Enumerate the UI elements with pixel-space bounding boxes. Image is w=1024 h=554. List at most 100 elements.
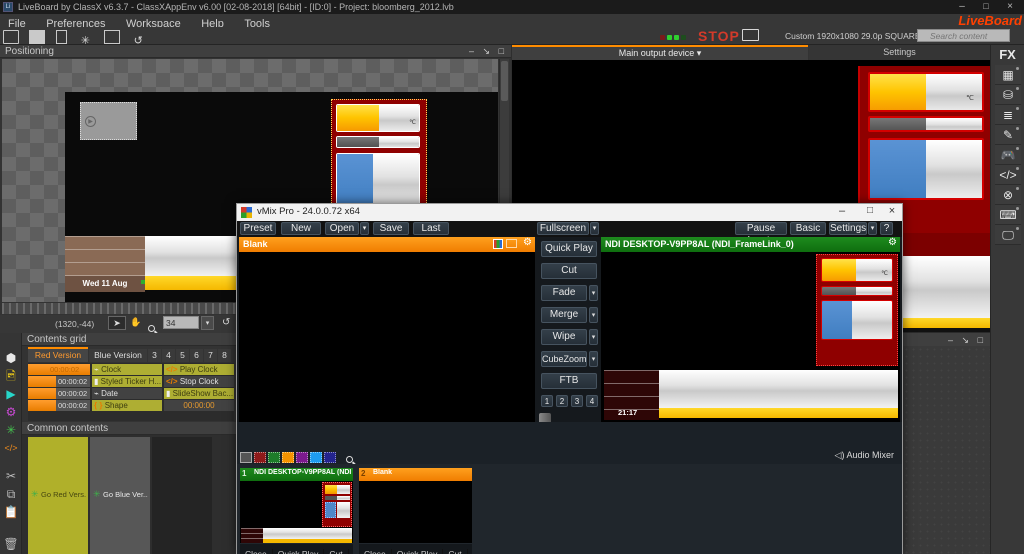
tab-6[interactable]: 6 [190, 349, 203, 362]
swatch-blue[interactable] [310, 452, 322, 463]
tab-red-version[interactable]: Red Version [28, 347, 88, 362]
transition-cubezoom-button[interactable]: CubeZoom [541, 351, 587, 367]
vmix-program-bar[interactable]: NDI DESKTOP-V9PP8AL (NDI_FrameLink_0) ⚙ [601, 237, 900, 252]
paste-icon[interactable]: 📋 [0, 503, 22, 521]
tab-settings[interactable]: Settings [809, 45, 990, 60]
grid-cell-play-clock[interactable]: </> Play Clock [164, 364, 234, 375]
tab-8[interactable]: 8 [218, 349, 231, 362]
transition-merge-dropdown[interactable]: ▾ [589, 307, 598, 323]
rotate-left-icon[interactable]: ↺ [222, 317, 230, 328]
swatch-red[interactable] [254, 452, 266, 463]
vmix-preview-screen[interactable] [239, 252, 535, 422]
monitor-share-icon[interactable]: 🖵 [995, 225, 1021, 245]
input-1-cut-button[interactable]: Cut [324, 549, 348, 554]
tab-blue-version[interactable]: Blue Version [89, 349, 147, 362]
right-panel-controls[interactable]: – ↘ □ [948, 335, 986, 346]
tab-main-output-device[interactable]: Main output device ▾ [512, 45, 808, 60]
vmix-preview-bar[interactable]: Blank ⚙ [239, 237, 535, 252]
preview-monitor-icon[interactable] [506, 239, 517, 248]
vmix-basic-button[interactable]: Basic [790, 222, 826, 235]
input-1[interactable]: 1 NDI DESKTOP-V9PP8AL (NDI_Fram CloseQui… [240, 468, 353, 554]
transition-wipe-button[interactable]: Wipe [541, 329, 587, 345]
vmix-last-button[interactable]: Last [413, 222, 449, 235]
code-icon[interactable]: </> [995, 165, 1021, 185]
video-placeholder[interactable]: ▶ [80, 102, 137, 140]
vmix-fullscreen-dropdown[interactable]: ▾ [590, 222, 599, 235]
open-project-icon[interactable] [3, 30, 19, 44]
transition-wipe-dropdown[interactable]: ▾ [589, 329, 598, 345]
tab-5[interactable]: 5 [176, 349, 189, 362]
input-2-close-button[interactable]: Close [359, 549, 392, 554]
transition-fade-button[interactable]: Fade [541, 285, 587, 301]
program-gear-icon[interactable]: ⚙ [888, 237, 897, 248]
swatch-green[interactable] [268, 452, 280, 463]
grid-cell-styled-ticker[interactable]: ▮ Styled Ticker H... [92, 376, 162, 387]
window-minimize-button[interactable]: – [952, 0, 972, 13]
script-icon[interactable]: </> [0, 439, 22, 457]
play-circle-icon[interactable]: ▶ [0, 385, 22, 403]
transition-quick-play-button[interactable]: Quick Play [541, 241, 597, 257]
vmix-minimize-button[interactable]: – [831, 205, 853, 217]
input-2-quick-play-button[interactable]: Quick Play [392, 549, 444, 554]
zoom-dropdown[interactable]: ▾ [201, 316, 214, 330]
tools-icon[interactable]: ✎ [995, 125, 1021, 145]
input-1-close-button[interactable]: Close [240, 549, 273, 554]
grid-icon[interactable]: ▦ [995, 65, 1021, 85]
transition-ftb-button[interactable]: FTB [541, 373, 597, 389]
grid-cell-clock[interactable]: ⌁ Clock [92, 364, 162, 375]
window-close-button[interactable]: × [1000, 0, 1020, 13]
swatch-navy[interactable] [324, 452, 336, 463]
input-2-cut-button[interactable]: Cut [443, 549, 467, 554]
grid-cell-date[interactable]: ⌁ Date [92, 388, 162, 399]
grid-cell-shape[interactable]: { } Shape [92, 400, 162, 411]
vmix-settings-button[interactable]: Settings [829, 222, 867, 235]
transition-cubezoom-dropdown[interactable]: ▾ [589, 351, 598, 367]
zoom-level-input[interactable] [163, 316, 199, 329]
vmix-maximize-button[interactable]: □ [859, 205, 881, 216]
vmix-program-screen[interactable]: ℃ 21:17 [601, 252, 900, 422]
grid-cell-countdown[interactable]: 00:00:00 [164, 400, 234, 411]
image-icon[interactable]: 🖻 [0, 367, 22, 385]
input-2[interactable]: 2 Blank CloseQuick PlayCutLoop [359, 468, 472, 554]
swatch-purple[interactable] [296, 452, 308, 463]
save-project-icon[interactable] [29, 30, 45, 44]
overlay-1-button[interactable]: 1 [541, 395, 553, 407]
vmix-fullscreen-button[interactable]: Fullscreen [537, 222, 589, 235]
card-empty-slot[interactable] [152, 437, 212, 554]
grid-cell-timer[interactable]: 00:00:02 [28, 400, 90, 411]
preview-gear-icon[interactable]: ⚙ [523, 237, 532, 248]
overlay-4-button[interactable]: 4 [586, 395, 598, 407]
vmix-help-button[interactable]: ? [880, 222, 893, 235]
input-search-icon[interactable] [346, 456, 353, 463]
positioning-panel-header[interactable]: Positioning – ↘ □ [0, 45, 511, 58]
input-1-thumbnail[interactable] [240, 481, 353, 543]
gear-icon[interactable]: ⚙ [0, 403, 22, 421]
vmix-preset-button[interactable]: Preset [240, 222, 276, 235]
vmix-titlebar[interactable]: vMix Pro - 24.0.0.72 x64 – □ × [237, 204, 902, 221]
input-1-header[interactable]: 1 NDI DESKTOP-V9PP8AL (NDI_Fram [240, 468, 353, 481]
vmix-open-dropdown[interactable]: ▾ [360, 222, 369, 235]
new-document-icon[interactable] [56, 30, 67, 44]
tab-4[interactable]: 4 [162, 349, 175, 362]
zoom-tool-icon[interactable] [148, 325, 155, 332]
overlay-2-button[interactable]: 2 [556, 395, 568, 407]
pan-tool-icon[interactable]: ✋ [130, 317, 141, 328]
grid-cell-timer[interactable]: 00:00:02 [28, 364, 90, 375]
grid-cell-slideshow[interactable]: ▮ SlideShow Bac... [164, 388, 234, 399]
overlay-3-button[interactable]: 3 [571, 395, 583, 407]
object-3d-icon[interactable]: ⬢ [0, 349, 22, 367]
swatch-gray[interactable] [240, 452, 252, 463]
grid-cell-timer[interactable]: 00:00:02 [28, 376, 90, 387]
display-icon[interactable] [104, 30, 120, 44]
cut-icon[interactable]: ✂ [0, 467, 22, 485]
vmix-save-button[interactable]: Save [373, 222, 409, 235]
scene-red-panel[interactable]: ℃ [331, 99, 427, 217]
vmix-pause-inputs-button[interactable]: Pause Inputs [735, 222, 787, 235]
input-1-loop-button[interactable]: Loop [349, 549, 353, 554]
vmix-new-button[interactable]: New [281, 222, 321, 235]
grid-cell-timer[interactable]: 00:00:02 [28, 388, 90, 399]
input-2-thumbnail[interactable] [359, 481, 472, 543]
tab-7[interactable]: 7 [204, 349, 217, 362]
card-go-red-version[interactable]: ✳ Go Red Vers... [28, 437, 88, 554]
transition-merge-button[interactable]: Merge [541, 307, 587, 323]
